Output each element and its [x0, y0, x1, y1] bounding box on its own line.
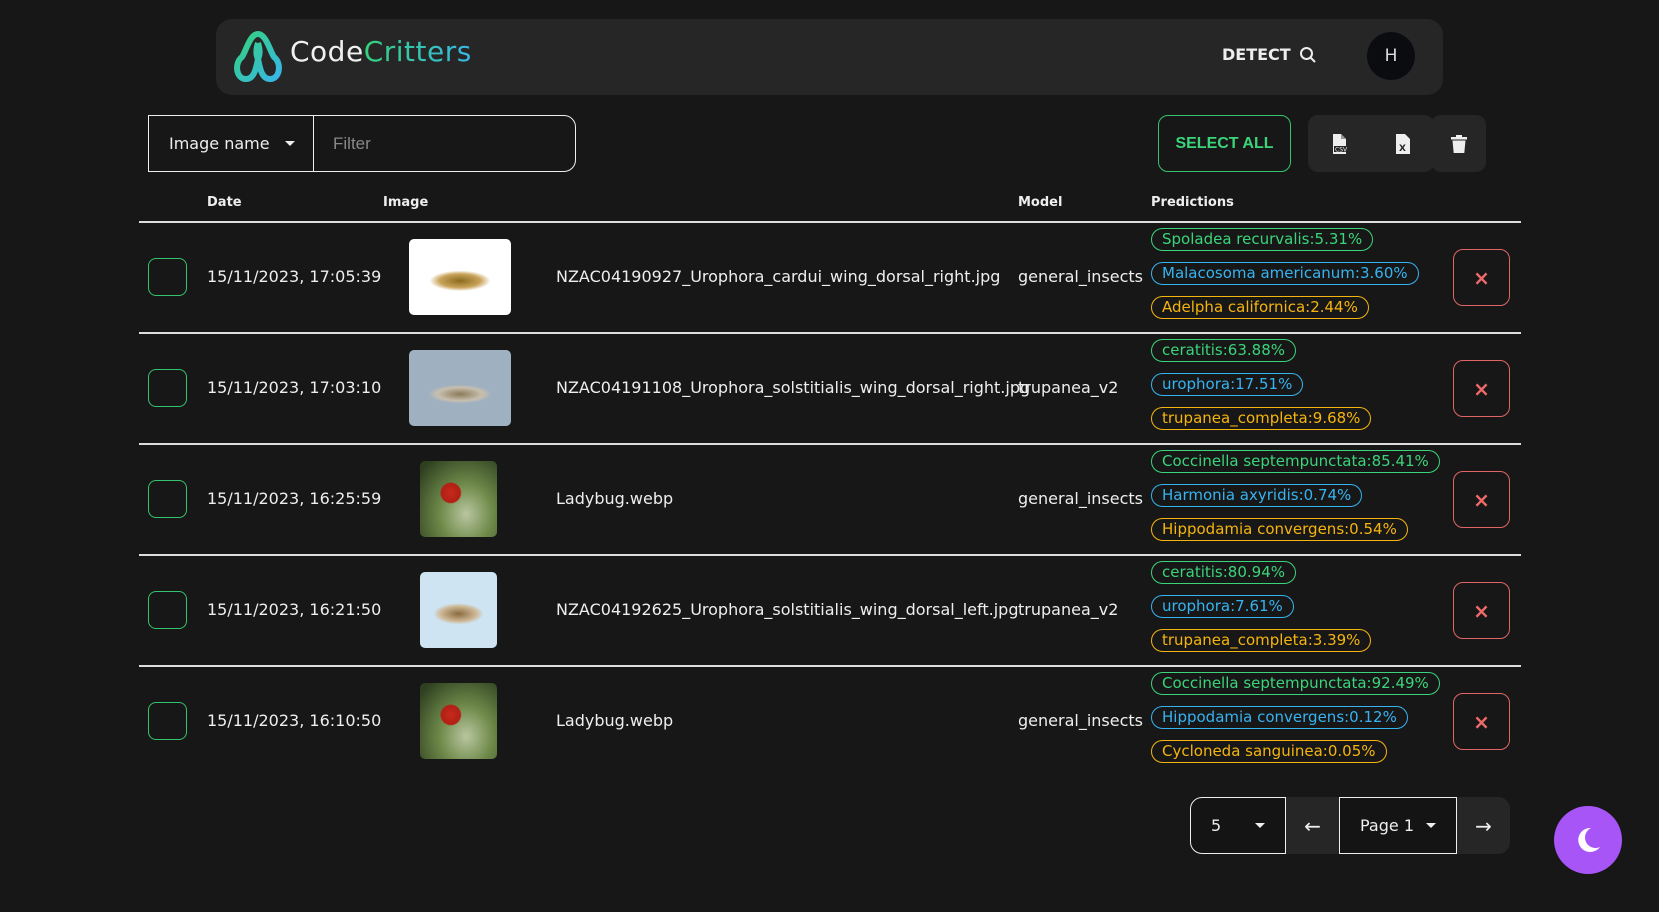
- row-date: 15/11/2023, 16:21:50: [207, 600, 382, 619]
- prev-page-button[interactable]: ←: [1286, 797, 1339, 854]
- delete-row-button[interactable]: ×: [1453, 249, 1510, 306]
- row-thumbnail[interactable]: [409, 239, 511, 315]
- row-model: trupanea_v2: [1018, 378, 1119, 397]
- prediction-badge: urophora:17.51%: [1151, 373, 1304, 396]
- row-model: general_insects: [1018, 489, 1143, 508]
- row-checkbox[interactable]: [148, 480, 187, 518]
- brand-part2: Critters: [363, 35, 472, 68]
- page-value: Page 1: [1360, 816, 1414, 835]
- close-icon: ×: [1473, 598, 1490, 623]
- detect-link[interactable]: DETECT: [1222, 45, 1317, 64]
- prediction-badge: Hippodamia convergens:0.12%: [1151, 706, 1408, 729]
- row-date: 15/11/2023, 17:05:39: [207, 267, 382, 286]
- row-predictions: ceratitis:63.88% urophora:17.51% trupanea_…: [1151, 339, 1372, 430]
- next-page-button[interactable]: →: [1457, 797, 1510, 854]
- select-all-button[interactable]: SELECT ALL: [1158, 115, 1291, 172]
- row-checkbox[interactable]: [148, 369, 187, 407]
- prediction-badge: Coccinella septempunctata:92.49%: [1151, 672, 1440, 695]
- theme-toggle-button[interactable]: [1554, 806, 1622, 874]
- page-size-value: 5: [1211, 816, 1222, 835]
- column-header-model[interactable]: Model: [1018, 195, 1062, 210]
- close-icon: ×: [1473, 709, 1490, 734]
- chevron-down-icon: [285, 141, 295, 146]
- row-model: general_insects: [1018, 267, 1143, 286]
- column-header-date[interactable]: Date: [207, 195, 242, 210]
- row-thumbnail[interactable]: [420, 461, 497, 537]
- prediction-badge: trupanea_completa:3.39%: [1151, 629, 1372, 652]
- page-select[interactable]: Page 1: [1339, 797, 1457, 854]
- filter-field-select[interactable]: Image name: [149, 116, 314, 171]
- row-filename: Ladybug.webp: [556, 711, 674, 730]
- row-date: 15/11/2023, 16:10:50: [207, 711, 382, 730]
- prediction-badge: Malacosoma americanum:3.60%: [1151, 262, 1419, 285]
- prediction-badge: ceratitis:80.94%: [1151, 561, 1296, 584]
- delete-selected-button[interactable]: [1431, 115, 1486, 172]
- filter-group: Image name: [148, 115, 576, 172]
- filter-input[interactable]: [314, 116, 575, 171]
- table-row: 15/11/2023, 16:21:50 NZAC04192625_Uropho…: [139, 555, 1521, 666]
- prediction-badge: Spoladea recurvalis:5.31%: [1151, 228, 1374, 251]
- svg-text:CSV: CSV: [1335, 146, 1348, 153]
- row-predictions: ceratitis:80.94% urophora:7.61% trupanea_c…: [1151, 561, 1372, 652]
- row-filename: Ladybug.webp: [556, 489, 674, 508]
- arrow-right-icon: →: [1475, 813, 1492, 838]
- row-thumbnail[interactable]: [420, 572, 497, 648]
- page-size-select[interactable]: 5: [1190, 797, 1286, 854]
- row-date: 15/11/2023, 17:03:10: [207, 378, 382, 397]
- prediction-badge: urophora:7.61%: [1151, 595, 1294, 618]
- column-header-predictions[interactable]: Predictions: [1151, 195, 1234, 210]
- prediction-badge: Harmonia axyridis:0.74%: [1151, 484, 1363, 507]
- row-predictions: Spoladea recurvalis:5.31% Malacosoma amer…: [1151, 228, 1419, 319]
- row-filename: NZAC04190927_Urophora_cardui_wing_dorsal…: [556, 267, 1001, 286]
- column-header-image[interactable]: Image: [383, 195, 428, 210]
- prediction-badge: Adelpha californica:2.44%: [1151, 296, 1369, 319]
- table-row: 15/11/2023, 16:10:50 Ladybug.webp genera…: [139, 666, 1521, 777]
- search-icon: [1299, 46, 1316, 63]
- chevron-down-icon: [1255, 823, 1265, 828]
- chevron-down-icon: [1426, 823, 1436, 828]
- file-excel-icon[interactable]: X: [1395, 133, 1411, 154]
- brand-title[interactable]: CodeCritters: [290, 35, 472, 68]
- svg-text:X: X: [1399, 144, 1406, 154]
- moon-icon: [1578, 827, 1600, 852]
- row-filename: NZAC04191108_Urophora_solstitialis_wing_…: [556, 378, 1031, 397]
- delete-row-button[interactable]: ×: [1453, 360, 1510, 417]
- row-thumbnail[interactable]: [420, 683, 497, 759]
- prediction-badge: Hippodamia convergens:0.54%: [1151, 518, 1408, 541]
- row-checkbox[interactable]: [148, 702, 187, 740]
- export-group: CSV X: [1308, 115, 1434, 172]
- prediction-badge: Cycloneda sanguinea:0.05%: [1151, 740, 1387, 763]
- delete-row-button[interactable]: ×: [1453, 471, 1510, 528]
- row-thumbnail[interactable]: [409, 350, 511, 426]
- row-predictions: Coccinella septempunctata:85.41% Harmonia…: [1151, 450, 1440, 541]
- filter-field-value: Image name: [169, 134, 270, 153]
- brand-part1: Code: [290, 35, 364, 68]
- row-checkbox[interactable]: [148, 258, 187, 296]
- arrow-left-icon: ←: [1304, 813, 1321, 838]
- row-date: 15/11/2023, 16:25:59: [207, 489, 382, 508]
- trash-icon: [1450, 134, 1467, 153]
- detect-label: DETECT: [1222, 45, 1291, 64]
- avatar[interactable]: H: [1367, 32, 1415, 80]
- close-icon: ×: [1473, 487, 1490, 512]
- table-row: 15/11/2023, 17:03:10 NZAC04191108_Uropho…: [139, 333, 1521, 444]
- top-navbar: CodeCritters DETECT H: [216, 19, 1443, 95]
- row-model: trupanea_v2: [1018, 600, 1119, 619]
- table-row: 15/11/2023, 17:05:39 NZAC04190927_Uropho…: [139, 222, 1521, 333]
- close-icon: ×: [1473, 376, 1490, 401]
- prediction-badge: ceratitis:63.88%: [1151, 339, 1296, 362]
- delete-row-button[interactable]: ×: [1453, 582, 1510, 639]
- row-model: general_insects: [1018, 711, 1143, 730]
- table-row: 15/11/2023, 16:25:59 Ladybug.webp genera…: [139, 444, 1521, 555]
- prediction-badge: Coccinella septempunctata:85.41%: [1151, 450, 1440, 473]
- delete-row-button[interactable]: ×: [1453, 693, 1510, 750]
- row-checkbox[interactable]: [148, 591, 187, 629]
- pagination: 5 ← Page 1 →: [1190, 797, 1510, 854]
- close-icon: ×: [1473, 265, 1490, 290]
- logo-icon: [234, 31, 282, 82]
- file-csv-icon[interactable]: CSV: [1331, 133, 1349, 154]
- prediction-badge: trupanea_completa:9.68%: [1151, 407, 1372, 430]
- row-filename: NZAC04192625_Urophora_solstitialis_wing_…: [556, 600, 1019, 619]
- row-predictions: Coccinella septempunctata:92.49% Hippodam…: [1151, 672, 1440, 763]
